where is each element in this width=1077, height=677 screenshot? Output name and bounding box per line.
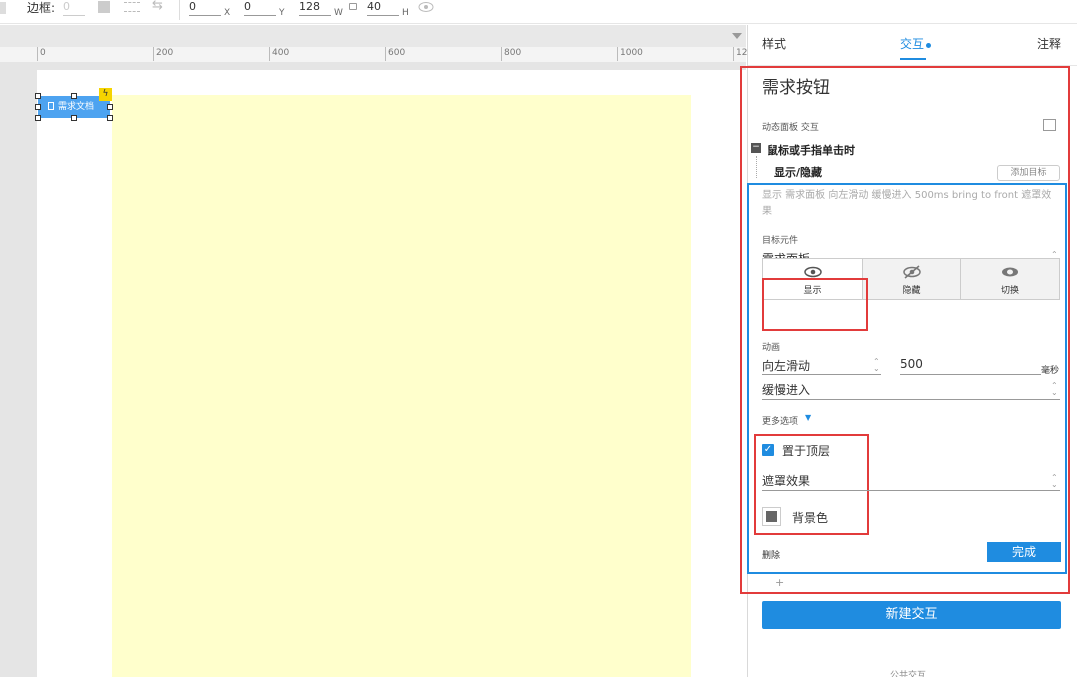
caret-down-icon: ▼ [805, 413, 812, 422]
overlay-chevron-icon: ⌃ ⌄ [1051, 473, 1058, 489]
ruler-tick [153, 47, 154, 61]
animation-chevron-icon: ⌃ ⌄ [873, 357, 880, 373]
resize-handle[interactable] [35, 93, 41, 99]
ruler-horizontal: 0 200 400 600 800 1000 12 [0, 25, 748, 62]
ruler-tick [733, 47, 734, 61]
tree-connector [756, 156, 757, 178]
widget-label: 需求文档 [58, 102, 95, 112]
hide-button[interactable]: 隐藏 [862, 258, 961, 300]
tab-interactions[interactable]: 交互 [900, 35, 924, 52]
more-options-toggle[interactable]: 更多选项 [762, 414, 798, 427]
shared-interactions-label: 公共交互 [890, 671, 927, 677]
eye-icon [803, 266, 822, 278]
x-input[interactable]: 0 [189, 0, 221, 16]
w-input[interactable]: 128 [299, 0, 331, 16]
ruler-tick-label: 200 [156, 48, 174, 58]
h-label: H [402, 8, 409, 18]
eye-off-icon [902, 265, 921, 279]
toolbar-divider [179, 0, 180, 20]
target-label: 目标元件 [762, 236, 799, 246]
y-label: Y [279, 8, 285, 18]
easing-value: 缓慢进入 [762, 383, 811, 397]
ruler-tick-label: 1000 [620, 48, 643, 58]
ruler-tick-label: 12 [736, 48, 748, 58]
hide-label: 隐藏 [902, 286, 921, 296]
ruler-tick [269, 47, 270, 61]
h-input[interactable]: 40 [367, 0, 399, 16]
add-target-button[interactable]: 添加目标 [997, 165, 1060, 181]
interaction-bolt-icon[interactable]: ϟ [99, 88, 112, 101]
border-label: 边框: [27, 1, 56, 15]
bg-color-swatch[interactable] [762, 507, 781, 526]
tab-notes[interactable]: 注释 [1037, 35, 1061, 52]
delete-link[interactable]: 删除 [762, 548, 780, 561]
ruler-tick-label: 400 [272, 48, 290, 58]
w-label: W [334, 8, 343, 18]
tab-style[interactable]: 样式 [762, 35, 786, 52]
easing-chevron-icon: ⌃ ⌄ [1051, 381, 1058, 397]
x-label: X [224, 8, 231, 18]
section-label: 动态面板 交互 [762, 123, 819, 133]
resize-handle[interactable] [71, 115, 77, 121]
ruler-tick-label: 0 [40, 48, 46, 58]
resize-handle[interactable] [35, 115, 41, 121]
visibility-eye-icon[interactable] [418, 1, 434, 13]
overlay-value: 遮罩效果 [762, 474, 811, 488]
action-label[interactable]: 显示/隐藏 [774, 164, 822, 180]
widget-name-title[interactable]: 需求按钮 [762, 73, 830, 98]
swatch-fill [766, 511, 777, 522]
tab-underline [900, 58, 926, 60]
resize-handle[interactable] [35, 104, 41, 110]
lock-icon[interactable] [349, 3, 357, 10]
new-interaction-button[interactable]: 新建交互 [762, 601, 1061, 629]
duration-unit: 毫秒 [1041, 366, 1060, 376]
bring-to-front-label: 置于顶层 [782, 444, 831, 458]
toggle-button[interactable]: 切换 [960, 258, 1060, 300]
ruler-tick [617, 47, 618, 61]
toggle-label: 切换 [1000, 286, 1019, 296]
animation-value: 向左滑动 [762, 359, 811, 373]
ruler-tick-label: 800 [504, 48, 522, 58]
y-input[interactable]: 0 [244, 0, 276, 16]
bg-color-label: 背景色 [792, 511, 829, 525]
active-dot [926, 43, 931, 48]
expand-panel-icon[interactable] [1043, 119, 1056, 131]
arrow-style-icon[interactable]: ⇆ [152, 0, 163, 13]
ruler-tick [501, 47, 502, 61]
ruler-tick-label: 600 [388, 48, 406, 58]
border-width-input[interactable]: 0 [63, 0, 85, 16]
event-label[interactable]: 鼠标或手指单击时 [767, 142, 855, 158]
action-summary: 显示 需求面板 向左滑动 缓慢进入 500ms bring to front 遮… [762, 190, 1052, 217]
animation-label: 动画 [762, 343, 781, 353]
ruler-collapse-icon[interactable] [732, 33, 742, 39]
resize-handle[interactable] [107, 115, 113, 121]
border-icon [0, 2, 6, 14]
collapse-icon[interactable]: − [751, 143, 761, 153]
ruler-tick [37, 47, 38, 61]
top-toolbar: 边框: 0 ⇆ 0 X 0 Y 128 W 40 H [0, 0, 1077, 24]
line-style-icon[interactable] [124, 2, 140, 12]
duration-value: 500 [900, 357, 923, 371]
requirement-dynamic-panel[interactable] [112, 95, 691, 677]
ruler-tick [385, 47, 386, 61]
bring-to-front-checkbox[interactable]: ✓ [762, 444, 774, 456]
toggle-eye-icon [1002, 267, 1018, 277]
highlight-box-show [762, 278, 868, 331]
resize-handle[interactable] [71, 93, 77, 99]
add-action-icon[interactable]: + [775, 576, 784, 589]
document-icon [48, 102, 54, 110]
border-color-icon[interactable] [98, 1, 110, 13]
resize-handle[interactable] [107, 104, 113, 110]
done-button[interactable]: 完成 [987, 542, 1061, 562]
